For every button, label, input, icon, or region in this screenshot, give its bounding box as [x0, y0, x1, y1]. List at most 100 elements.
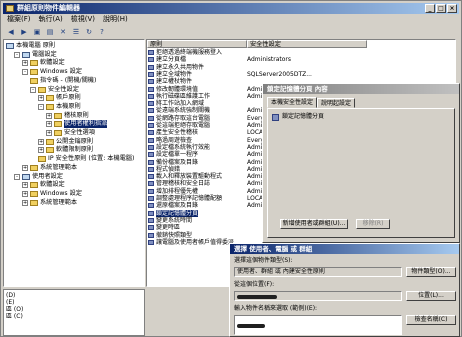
folder-icon [38, 156, 46, 163]
tab-explain[interactable]: 說明起設定 [317, 98, 356, 108]
policy-name: 從網路存取這台電腦 [156, 114, 211, 122]
policy-icon [148, 130, 154, 136]
policy-icon [148, 196, 154, 201]
collapse-icon[interactable]: - [30, 86, 36, 93]
policy-row[interactable]: 建立永久共用物件 [147, 64, 455, 71]
expand-icon[interactable]: + [38, 138, 44, 145]
policy-name: 鎖定記憶體分頁 [156, 209, 199, 217]
tree-node-label: 使用者權利指派 [64, 120, 108, 129]
object-types-button[interactable]: 物件類型(O)... [406, 267, 456, 277]
expand-icon[interactable]: + [46, 112, 52, 119]
toolbar: ◀ ▶ ▣ ▤ ✕ ☰ ↻ ? [3, 26, 459, 37]
menu-bar: 檔案(F) 執行(A) 檢視(V) 說明(H) [3, 15, 128, 24]
tree-node-label: Windows 設定 [40, 189, 82, 197]
folder-icon [30, 182, 38, 189]
tree-node[interactable]: - 本機原則 [38, 103, 81, 111]
policy-row[interactable]: 拒絕透過終端機服務登入 [147, 49, 455, 56]
expand-icon[interactable]: + [22, 182, 28, 189]
tree-node[interactable]: + 稽核原則 [46, 112, 89, 120]
menu-help[interactable]: 說明(H) [103, 15, 128, 24]
app-icon [6, 5, 14, 12]
delete-icon[interactable]: ✕ [58, 27, 68, 36]
policy-icon [148, 144, 154, 150]
expand-icon[interactable]: + [38, 147, 44, 154]
computer-icon [22, 51, 30, 58]
redaction-mark [237, 295, 277, 299]
maximize-button[interactable]: □ [436, 4, 446, 13]
locations-button[interactable]: 位置(L)... [406, 291, 456, 301]
add-user-group-button[interactable]: 新增使用者或群組(U)... [280, 219, 348, 229]
object-names-input[interactable] [234, 315, 402, 335]
menu-file[interactable]: 檔案(F) [7, 15, 31, 24]
policy-row[interactable]: 建立全域物件 SQLServer2005DTZ... [147, 71, 455, 78]
list-header: 原則 安全性設定 [147, 40, 455, 48]
tree-node[interactable]: IP 安全性原則 (位置: 本機電腦) [38, 155, 134, 163]
minimize-button[interactable]: _ [425, 4, 435, 13]
collapse-icon[interactable]: - [38, 103, 44, 110]
policy-name: 建立全域物件 [156, 70, 193, 78]
tree-node[interactable]: + 安全性選項 [46, 129, 95, 137]
expand-icon[interactable]: + [22, 199, 28, 206]
policy-name: 備份檔案及目錄 [156, 158, 199, 166]
folder-icon [30, 190, 38, 197]
column-setting[interactable]: 安全性設定 [247, 40, 367, 48]
menu-view[interactable]: 檢視(V) [71, 15, 95, 24]
tab-local-security[interactable]: 本機安全性設定 [267, 97, 318, 108]
policy-icon [148, 174, 154, 180]
tree-node[interactable]: - 安全性設定 [30, 86, 79, 94]
expand-icon[interactable]: + [22, 164, 28, 171]
policy-icon [148, 232, 154, 238]
tree-node-label: 軟體設定 [40, 59, 65, 67]
tree-node[interactable]: + 軟體設定 [22, 59, 65, 67]
help-icon[interactable]: ? [97, 27, 107, 36]
computer-icon [6, 43, 14, 49]
refresh-icon[interactable]: ↻ [84, 27, 94, 36]
title-bar[interactable]: 群組原則物件編輯器 _ □ × [3, 3, 459, 14]
expand-icon[interactable]: + [22, 60, 28, 67]
tree-node[interactable]: 指令碼 - (開機/關機) [30, 77, 96, 85]
check-names-button[interactable]: 檢查名稱(C) [406, 315, 456, 325]
policy-icon [148, 50, 154, 55]
tree-node[interactable]: - 使用者設定 [14, 173, 63, 181]
expand-icon[interactable]: + [46, 121, 52, 128]
tree-node[interactable]: + 軟體限制原則 [38, 146, 93, 154]
collapse-icon[interactable]: - [14, 173, 20, 180]
tree-node[interactable]: + 使用者權利指派 [46, 120, 108, 129]
remove-button[interactable]: 移除(R) [356, 219, 390, 229]
properties-icon[interactable]: ☰ [71, 27, 81, 36]
collapse-icon[interactable]: - [14, 51, 20, 58]
tree-node[interactable]: + Windows 設定 [22, 190, 82, 198]
tree-node-label: 稽核原則 [64, 111, 89, 119]
policy-name: 從遠端系統強制關機 [156, 107, 211, 115]
tree-node-label: Windows 設定 [40, 68, 82, 76]
policy-row[interactable]: 建立分頁檔 Administrators [147, 56, 455, 63]
tree-node[interactable]: + 帳戶原則 [38, 94, 81, 102]
properties-dialog: 鎖定記憶體分頁 內容 本機安全性設定 說明起設定 鎖定記憶體分頁 新增使用者或群… [262, 83, 460, 243]
column-policy[interactable]: 原則 [147, 40, 247, 48]
tree-node[interactable]: - 電腦設定 [14, 51, 57, 59]
expand-icon[interactable]: + [46, 130, 52, 136]
location-field [234, 291, 402, 301]
collapse-icon[interactable]: - [22, 69, 28, 76]
properties-dialog-title[interactable]: 鎖定記憶體分頁 內容 [263, 84, 459, 94]
expand-icon[interactable]: + [22, 190, 28, 197]
forward-icon[interactable]: ▶ [19, 27, 29, 36]
show-tree-icon[interactable]: ▤ [45, 27, 55, 36]
policy-setting: Administrators [247, 56, 292, 64]
policy-icon [148, 225, 154, 231]
select-dialog-title[interactable]: 選擇 使用者、電腦 或 群組 [230, 244, 459, 254]
back-icon[interactable]: ◀ [6, 27, 16, 36]
folder-icon [30, 164, 38, 171]
expand-icon[interactable]: + [38, 95, 44, 102]
console-tree[interactable]: 本機電腦 原則 - 電腦設定 + 軟體設定 - Windows 設定 指令碼 - (開機/關機… [3, 39, 145, 287]
policy-name: 執行磁碟區維護工作 [156, 92, 211, 100]
tree-node[interactable]: + 公開金鑰原則 [38, 138, 93, 146]
tree-node[interactable]: - Windows 設定 [22, 68, 82, 76]
tree-node[interactable]: 本機電腦 原則 [6, 42, 55, 50]
up-folder-icon[interactable]: ▣ [32, 27, 42, 36]
close-button[interactable]: × [447, 4, 457, 13]
tree-node[interactable]: + 系統管理範本 [22, 164, 77, 172]
tree-node[interactable]: + 系統管理範本 [22, 199, 77, 207]
tree-node[interactable]: + 軟體設定 [22, 181, 65, 189]
menu-action[interactable]: 執行(A) [39, 15, 63, 24]
